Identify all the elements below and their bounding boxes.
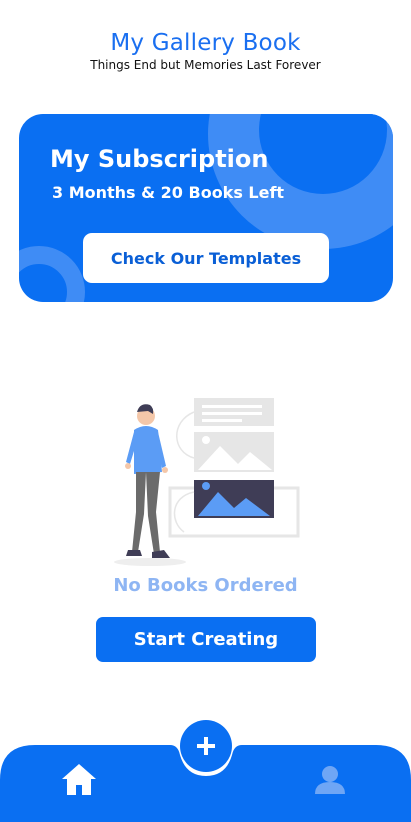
nav-home[interactable] xyxy=(60,762,98,798)
plus-icon xyxy=(197,737,215,755)
subscription-detail: 3 Months & 20 Books Left xyxy=(52,183,285,202)
home-icon xyxy=(62,764,96,795)
subscription-card: My Subscription 3 Months & 20 Books Left… xyxy=(19,114,393,302)
app-header: My Gallery Book Things End but Memories … xyxy=(0,30,411,72)
empty-state-message: No Books Ordered xyxy=(113,575,298,596)
bottom-nav xyxy=(0,710,411,822)
nav-profile[interactable] xyxy=(312,762,348,798)
subscription-title: My Subscription xyxy=(50,145,269,173)
check-templates-button[interactable]: Check Our Templates xyxy=(83,233,329,283)
app-tagline: Things End but Memories Last Forever xyxy=(90,58,321,72)
add-book-button[interactable] xyxy=(180,720,232,772)
profile-icon xyxy=(315,766,345,794)
card-decoration-ring xyxy=(19,246,85,302)
app-title: My Gallery Book xyxy=(110,30,301,56)
empty-state-illustration xyxy=(110,392,306,570)
start-creating-button[interactable]: Start Creating xyxy=(96,617,316,662)
